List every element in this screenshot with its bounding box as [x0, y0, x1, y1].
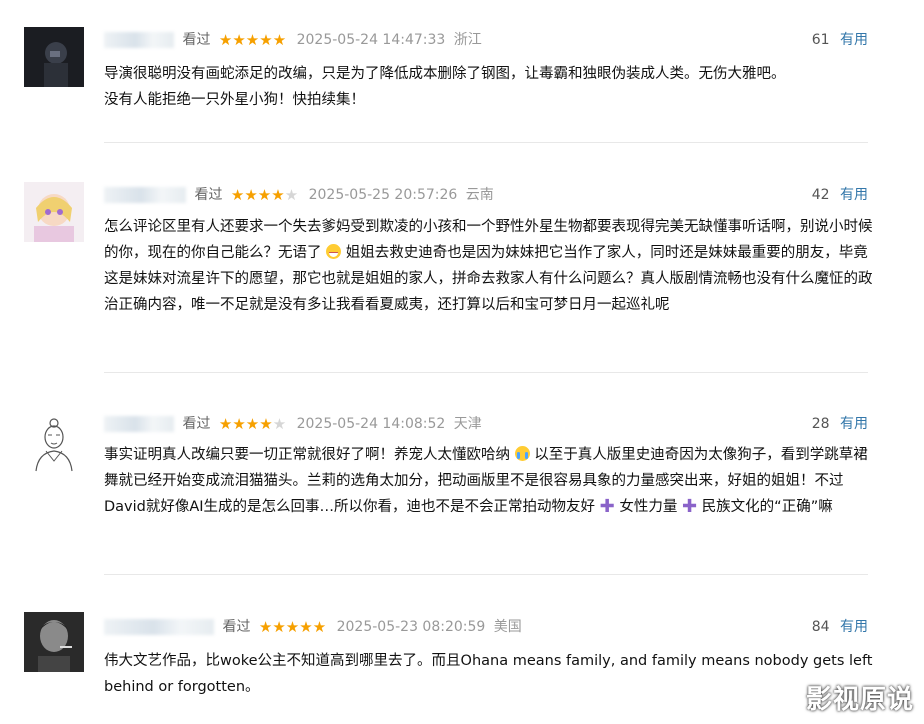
watch-status: 看过 [222, 619, 251, 635]
review-text: 事实证明真人改编只要一切正常就很好了啊！养宠人太懂欧哈纳 [104, 447, 510, 463]
review-content: 导演很聪明没有画蛇添足的改编，只是为了降低成本删除了钢图，让毒霸和独眼伪装成人类… [104, 61, 874, 113]
user-name[interactable]: user [104, 416, 174, 432]
divider [104, 372, 868, 373]
watch-status: 看过 [182, 416, 211, 432]
review-content: 事实证明真人改编只要一切正常就很好了啊！养宠人太懂欧哈纳 以至于真人版里史迪奇因… [104, 442, 874, 520]
rating-stars: ★★★★★ [218, 415, 287, 433]
review-text-line: 导演很聪明没有画蛇添足的改编，只是为了降低成本删除了钢图，让毒霸和独眼伪装成人类… [104, 66, 786, 82]
review-time: 2025-05-24 14:08:52 [296, 416, 446, 432]
user-name[interactable]: user [104, 32, 174, 48]
grinning-sweat-emoji-icon [326, 244, 342, 259]
review-meta: user 看过 ★★★★★ 2025-05-23 08:20:59 美国 [104, 617, 522, 637]
user-name[interactable]: user [104, 619, 214, 635]
vote-area: 28 有用 [812, 414, 868, 434]
vote-area: 84 有用 [812, 617, 868, 637]
avatar[interactable] [24, 413, 84, 473]
rating-stars: ★★★★★ [230, 186, 299, 204]
review-region: 天津 [453, 416, 482, 432]
user-name[interactable]: user [104, 187, 186, 203]
review-meta: user 看过 ★★★★★ 2025-05-25 20:57:26 云南 [104, 185, 494, 205]
review-text: 女性力量 [619, 499, 678, 515]
avatar[interactable] [24, 612, 84, 672]
review-region: 云南 [465, 187, 494, 203]
review-time: 2025-05-25 20:57:26 [308, 187, 458, 203]
review-content: 伟大文艺作品，比woke公主不知道高到哪里去了。而且Ohana means fa… [104, 648, 874, 700]
crying-emoji-icon [514, 446, 530, 461]
divider [104, 574, 868, 575]
review-text: 伟大文艺作品，比woke公主不知道高到哪里去了。而且Ohana means fa… [104, 653, 873, 695]
useful-button[interactable]: 有用 [840, 619, 868, 635]
review-time: 2025-05-23 08:20:59 [336, 619, 486, 635]
rating-stars: ★★★★★ [218, 31, 287, 49]
watermark-text: 影视原说 [805, 685, 914, 715]
plus-icon: ✚ [681, 496, 698, 517]
review-meta: user 看过 ★★★★★ 2025-05-24 14:08:52 天津 [104, 414, 482, 434]
review-region: 浙江 [453, 32, 482, 48]
review-region: 美国 [493, 619, 522, 635]
vote-count: 84 [811, 619, 830, 635]
watch-status: 看过 [182, 32, 211, 48]
review-time: 2025-05-24 14:47:33 [296, 32, 446, 48]
vote-count: 42 [811, 187, 830, 203]
vote-area: 61 有用 [812, 30, 868, 50]
avatar[interactable] [24, 27, 84, 87]
vote-count: 28 [811, 416, 830, 432]
plus-icon: ✚ [599, 496, 615, 517]
review-text-line: 没有人能拒绝一只外星小狗！快拍续集！ [104, 92, 365, 108]
watch-status: 看过 [194, 187, 223, 203]
useful-button[interactable]: 有用 [840, 416, 868, 432]
useful-button[interactable]: 有用 [840, 187, 868, 203]
divider [104, 142, 868, 143]
vote-area: 42 有用 [812, 185, 868, 205]
review-content: 怎么评论区里有人还要求一个失去爹妈受到欺凌的小孩和一个野性外星生物都要表现得完美… [104, 214, 874, 318]
vote-count: 61 [811, 32, 830, 48]
avatar[interactable] [24, 182, 84, 242]
rating-stars: ★★★★★ [258, 618, 327, 636]
useful-button[interactable]: 有用 [840, 32, 868, 48]
review-text: 民族文化的“正确”嘛 [701, 499, 833, 515]
review-meta: user 看过 ★★★★★ 2025-05-24 14:47:33 浙江 [104, 30, 482, 50]
